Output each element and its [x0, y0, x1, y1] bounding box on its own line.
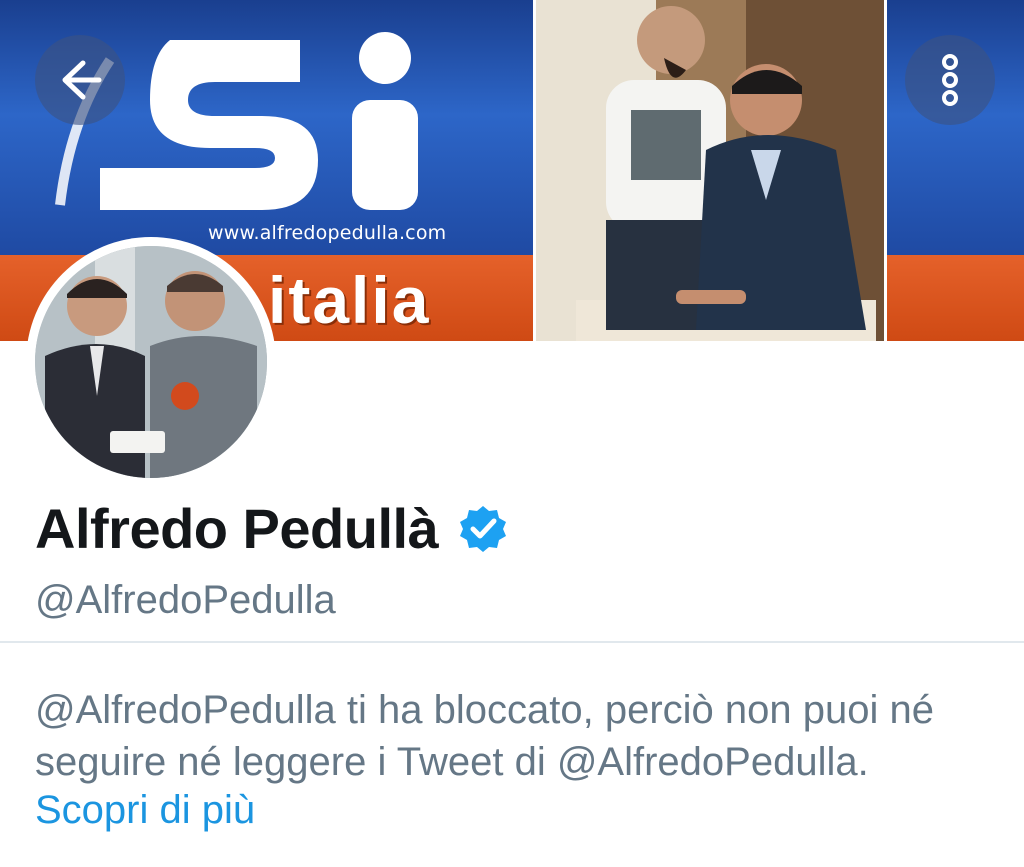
banner-photo: [533, 0, 887, 341]
arrow-left-icon: [62, 60, 102, 100]
profile-handle: @AlfredoPedulla: [35, 578, 336, 622]
verified-badge-icon: [460, 505, 507, 552]
display-name: Alfredo Pedullà: [35, 497, 439, 560]
more-vertical-icon: [942, 54, 958, 106]
learn-more-link[interactable]: Scopri di più: [35, 788, 255, 833]
banner-url-text: www.alfredopedulla.com: [208, 222, 447, 244]
divider: [0, 641, 1024, 643]
back-button[interactable]: [35, 35, 125, 125]
profile-name-row: Alfredo Pedullà: [35, 496, 508, 561]
more-options-button[interactable]: [905, 35, 995, 125]
blocked-message: @AlfredoPedulla ti ha bloccato, perciò n…: [35, 688, 934, 784]
banner-wordmark: italia: [268, 263, 431, 337]
avatar-photo: [35, 246, 267, 478]
avatar[interactable]: [26, 237, 276, 487]
